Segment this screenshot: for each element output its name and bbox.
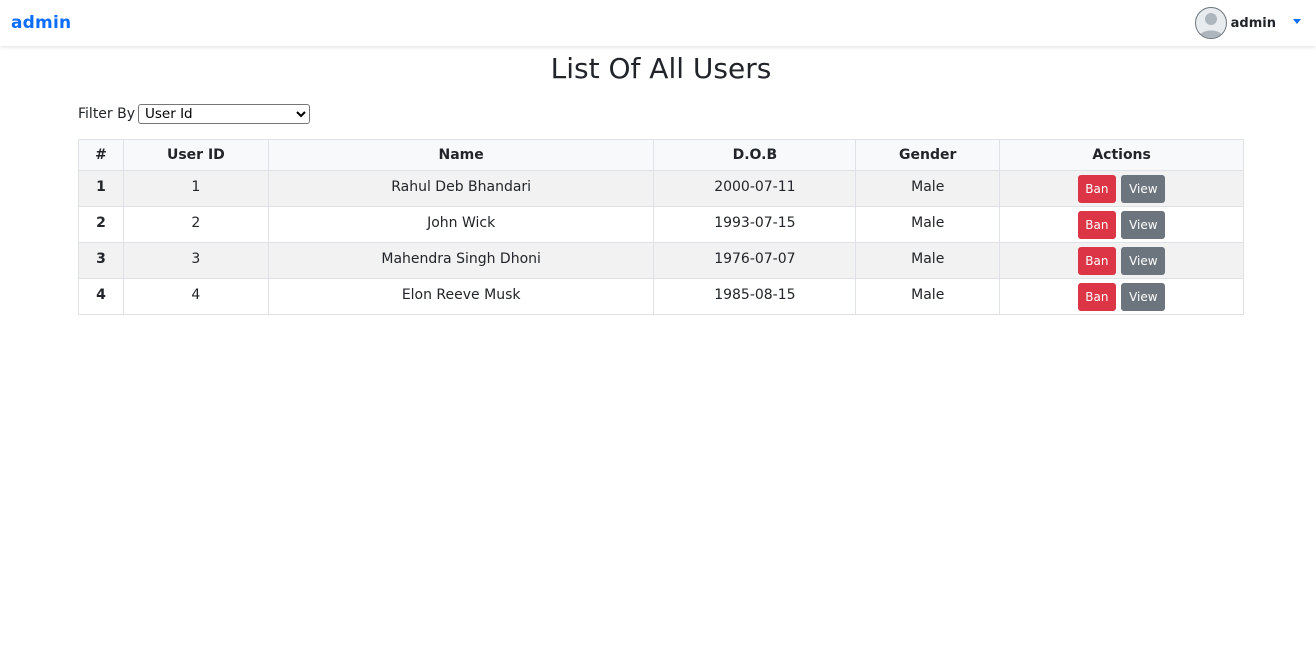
cell-name: Rahul Deb Bhandari — [267, 170, 655, 207]
cell-user-id: 2 — [122, 206, 269, 243]
cell-user-id: 4 — [122, 278, 269, 315]
avatar[interactable] — [1194, 7, 1227, 39]
ban-button[interactable]: Ban — [1077, 283, 1116, 311]
top-navbar: admin admin — [0, 0, 1316, 46]
ban-button[interactable]: Ban — [1077, 175, 1116, 203]
user-name[interactable]: admin — [1231, 16, 1276, 31]
filter-select[interactable]: User Id — [138, 104, 311, 124]
cell-actions: Ban View — [999, 242, 1244, 279]
cell-actions: Ban View — [999, 170, 1244, 207]
cell-name: John Wick — [267, 206, 655, 243]
cell-actions: Ban View — [999, 278, 1244, 315]
ban-button[interactable]: Ban — [1077, 247, 1116, 275]
cell-number: 4 — [78, 278, 124, 315]
chevron-down-icon[interactable] — [1293, 18, 1301, 24]
col-header-user-id: User ID — [122, 139, 269, 171]
cell-number: 2 — [78, 206, 124, 243]
user-avatar-icon — [1198, 13, 1223, 38]
cell-gender: Male — [855, 242, 1001, 279]
col-header-gender: Gender — [855, 139, 1001, 171]
cell-dob: 2000-07-11 — [653, 170, 857, 207]
brand-link[interactable]: admin — [11, 13, 71, 33]
cell-dob: 1993-07-15 — [653, 206, 857, 243]
view-button[interactable]: View — [1121, 247, 1166, 275]
cell-gender: Male — [855, 206, 1001, 243]
col-header-dob: D.O.B — [653, 139, 857, 171]
col-header-name: Name — [267, 139, 655, 171]
view-button[interactable]: View — [1121, 283, 1166, 311]
page-title: List Of All Users — [550, 52, 772, 85]
cell-user-id: 1 — [122, 170, 269, 207]
ban-button[interactable]: Ban — [1077, 211, 1116, 239]
cell-actions: Ban View — [999, 206, 1244, 243]
cell-name: Mahendra Singh Dhoni — [267, 242, 655, 279]
col-header-actions: Actions — [999, 139, 1244, 171]
cell-gender: Male — [855, 170, 1001, 207]
cell-number: 1 — [78, 170, 124, 207]
cell-dob: 1985-08-15 — [653, 278, 857, 315]
cell-dob: 1976-07-07 — [653, 242, 857, 279]
table-row: 4 4 Elon Reeve Musk 1985-08-15 Male Ban … — [78, 278, 1244, 315]
filter-bar: Filter By User Id — [78, 104, 311, 124]
table-row: 1 1 Rahul Deb Bhandari 2000-07-11 Male B… — [78, 170, 1244, 207]
users-table: # User ID Name D.O.B Gender Actions 1 1 … — [78, 139, 1244, 315]
cell-gender: Male — [855, 278, 1001, 315]
cell-number: 3 — [78, 242, 124, 279]
table-row: 3 3 Mahendra Singh Dhoni 1976-07-07 Male… — [78, 242, 1244, 279]
col-header-number: # — [78, 139, 124, 171]
filter-label: Filter By — [78, 106, 136, 122]
table-header-row: # User ID Name D.O.B Gender Actions — [78, 139, 1244, 171]
table-row: 2 2 John Wick 1993-07-15 Male Ban View — [78, 206, 1244, 243]
cell-user-id: 3 — [122, 242, 269, 279]
user-menu-toggle[interactable]: admin — [1194, 7, 1301, 39]
view-button[interactable]: View — [1121, 211, 1166, 239]
cell-name: Elon Reeve Musk — [267, 278, 655, 315]
view-button[interactable]: View — [1121, 175, 1166, 203]
